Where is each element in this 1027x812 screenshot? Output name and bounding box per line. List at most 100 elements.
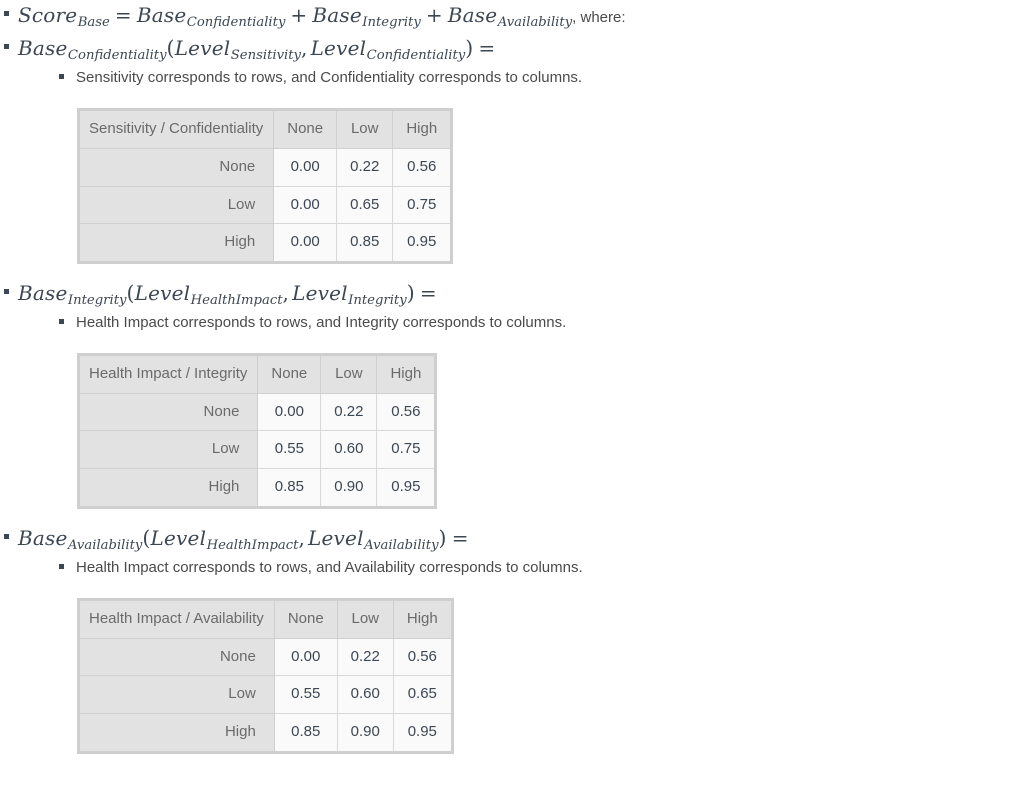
- cell-none-low: 0.22: [321, 393, 378, 432]
- column-header-high: High: [393, 111, 451, 149]
- table-head: Sensitivity / Confidentiality None Low H…: [80, 111, 451, 149]
- cell-none-high: 0.56: [393, 638, 451, 677]
- open-paren: (: [142, 525, 151, 550]
- equals-sign: =: [114, 3, 132, 27]
- integrity-note-item: Health Impact corresponds to rows, and I…: [59, 311, 1027, 334]
- column-header-none: None: [258, 355, 322, 394]
- availability-note: Health Impact corresponds to rows, and A…: [76, 559, 583, 577]
- corner-header: Health Impact / Integrity: [80, 355, 259, 394]
- confidentiality-note-item: Sensitivity corresponds to rows, and Con…: [59, 66, 1027, 89]
- fn-name-sub: Integrity: [67, 292, 127, 308]
- cell-low-high: 0.75: [393, 186, 451, 225]
- row-header-none: None: [80, 148, 275, 187]
- table-header-row: Health Impact / Integrity None Low High: [80, 355, 435, 394]
- arg2-sub: Confidentiality: [366, 47, 466, 63]
- table-row: None 0.00 0.22 0.56: [80, 393, 435, 432]
- table-row: None 0.00 0.22 0.56: [80, 638, 451, 677]
- close-paren: ): [438, 525, 447, 550]
- table-head: Health Impact / Availability None Low Hi…: [80, 600, 451, 639]
- cell-low-high: 0.75: [377, 431, 435, 470]
- base-confidentiality-item: BaseConfidentiality(LevelSensitivity, Lev…: [0, 33, 1027, 278]
- table-row: Low 0.55 0.60 0.75: [80, 431, 435, 470]
- arg1: Level: [174, 36, 231, 61]
- availability-note-list: Health Impact corresponds to rows, and A…: [18, 556, 1027, 579]
- row-header-none: None: [80, 393, 259, 432]
- table-head: Health Impact / Integrity None Low High: [80, 355, 435, 394]
- corner-header: Sensitivity / Confidentiality: [80, 111, 275, 149]
- formula-list: ScoreBase = BaseConfidentiality + BaseIntegr…: [0, 0, 1027, 754]
- column-header-high: High: [393, 600, 451, 639]
- where-text: , where:: [572, 9, 626, 26]
- table-body: None 0.00 0.22 0.56 Low 0.55 0.60 0.65 H…: [80, 638, 451, 751]
- table-header-row: Sensitivity / Confidentiality None Low H…: [80, 111, 451, 149]
- arg2: Level: [292, 281, 348, 306]
- arg1-sub: HealthImpact: [206, 537, 299, 553]
- cell-high-high: 0.95: [393, 714, 451, 751]
- column-header-low: Low: [337, 600, 394, 639]
- column-header-high: High: [377, 355, 435, 394]
- cell-high-none: 0.85: [258, 469, 322, 506]
- column-header-low: Low: [337, 111, 394, 149]
- column-header-none: None: [274, 600, 338, 639]
- arg2-sub: Availability: [364, 537, 439, 553]
- integrity-table-wrap: Health Impact / Integrity None Low High …: [18, 334, 1027, 509]
- row-header-high: High: [80, 224, 275, 262]
- cell-high-none: 0.00: [274, 224, 338, 262]
- cell-high-high: 0.95: [393, 224, 451, 262]
- score-base-formula: ScoreBase = BaseConfidentiality + BaseIntegr…: [18, 0, 1027, 33]
- cell-low-low: 0.60: [321, 431, 378, 470]
- base-integrity-item: BaseIntegrity(LevelHealthImpact, LevelInt…: [0, 278, 1027, 523]
- cell-none-none: 0.00: [274, 148, 338, 187]
- integrity-note-list: Health Impact corresponds to rows, and I…: [18, 311, 1027, 334]
- row-header-none: None: [80, 638, 275, 677]
- term-availability: Base: [447, 3, 498, 27]
- arg-comma: ,: [298, 525, 306, 550]
- cell-low-low: 0.65: [337, 186, 394, 225]
- column-header-none: None: [274, 111, 338, 149]
- cell-none-high: 0.56: [377, 393, 435, 432]
- cell-low-high: 0.65: [393, 676, 451, 715]
- equals-sign: =: [419, 281, 437, 306]
- fn-name: Base: [18, 281, 68, 306]
- cell-none-none: 0.00: [258, 393, 322, 432]
- row-header-low: Low: [80, 676, 275, 715]
- equals-sign: =: [451, 525, 469, 550]
- term-integrity-sub: Integrity: [362, 14, 421, 30]
- arg1: Level: [150, 525, 207, 550]
- plus-sign-1: +: [290, 3, 308, 27]
- term-confidentiality-sub: Confidentiality: [186, 14, 286, 30]
- equals-sign: =: [478, 36, 496, 61]
- arg-comma: ,: [301, 36, 308, 61]
- confidentiality-matrix-table: Sensitivity / Confidentiality None Low H…: [77, 108, 454, 265]
- table-row: High 0.85 0.90 0.95: [80, 469, 435, 506]
- score-base-item: ScoreBase = BaseConfidentiality + BaseIntegr…: [0, 0, 1027, 33]
- document-page: ScoreBase = BaseConfidentiality + BaseIntegr…: [0, 0, 1027, 812]
- table-row: High 0.00 0.85 0.95: [80, 224, 451, 262]
- term-integrity: Base: [312, 3, 362, 27]
- cell-high-low: 0.90: [337, 714, 394, 751]
- score-base-lhs: Score: [18, 3, 78, 27]
- table-row: Low 0.55 0.60 0.65: [80, 676, 451, 715]
- column-header-low: Low: [321, 355, 378, 394]
- fn-name-sub: Confidentiality: [67, 47, 167, 63]
- cell-none-none: 0.00: [274, 638, 338, 677]
- availability-note-item: Health Impact corresponds to rows, and A…: [59, 556, 1027, 579]
- confidentiality-note-list: Sensitivity corresponds to rows, and Con…: [18, 66, 1027, 89]
- table-row: Low 0.00 0.65 0.75: [80, 186, 451, 225]
- base-availability-item: BaseAvailability(LevelHealthImpact, Level…: [0, 523, 1027, 754]
- cell-low-none: 0.55: [274, 676, 338, 715]
- cell-none-low: 0.22: [337, 148, 394, 187]
- table-row: High 0.85 0.90 0.95: [80, 714, 451, 751]
- cell-high-high: 0.95: [377, 469, 435, 506]
- plus-sign-2: +: [425, 3, 443, 27]
- corner-header: Health Impact / Availability: [80, 600, 275, 639]
- table-body: None 0.00 0.22 0.56 Low 0.55 0.60 0.75 H…: [80, 393, 435, 506]
- cell-high-none: 0.85: [274, 714, 338, 751]
- term-availability-sub: Availability: [497, 14, 573, 30]
- arg2: Level: [308, 525, 364, 550]
- cell-none-high: 0.56: [393, 148, 451, 187]
- fn-name: Base: [18, 36, 68, 61]
- arg1-sub: Sensitivity: [230, 47, 302, 63]
- close-paren: ): [406, 281, 415, 306]
